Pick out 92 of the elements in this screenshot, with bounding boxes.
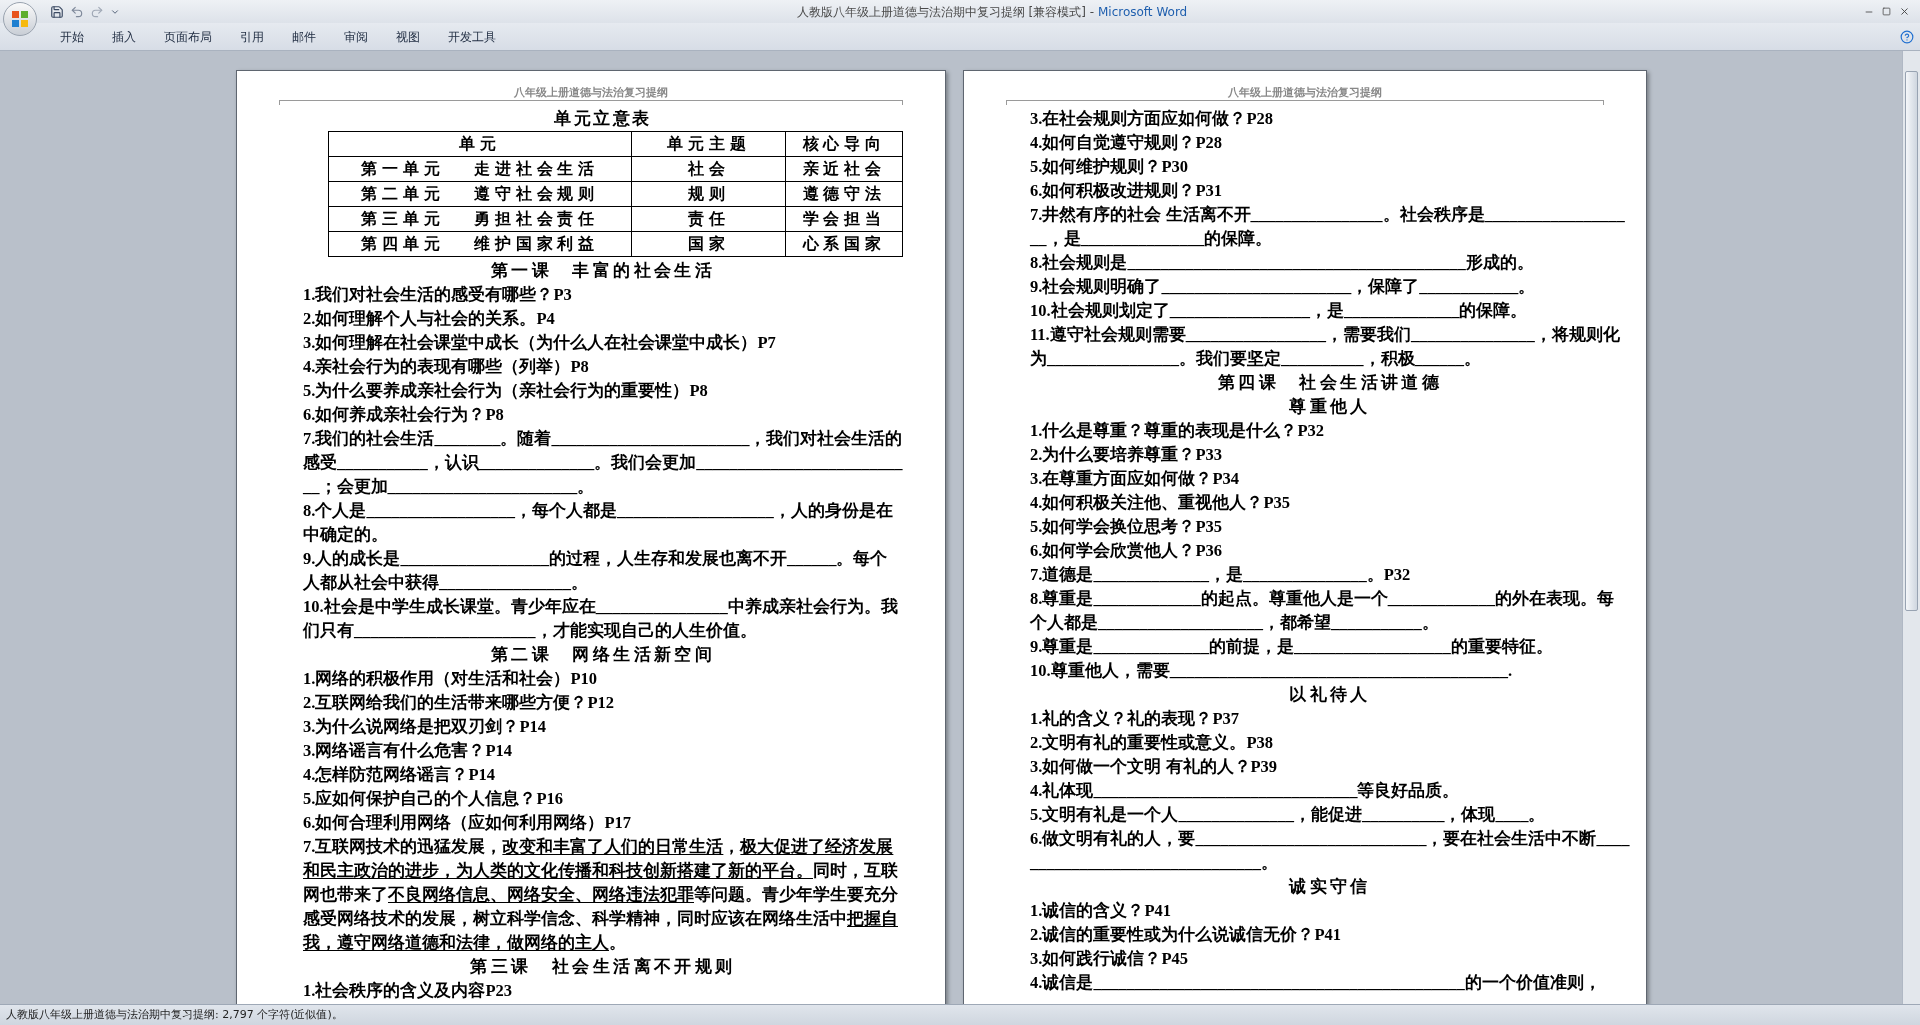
outline-item: 9.尊重是______________的前提，是___________________的重要特征。 [1030, 636, 1554, 658]
office-button[interactable] [3, 2, 37, 36]
section-heading: 第三课 社会生活离不开规则 [470, 956, 736, 978]
outline-item: 10.社会规则划定了_________________，是______________的保障。 [1030, 300, 1529, 322]
outline-item: 2.互联网给我们的生活带来哪些方便？P12 [303, 692, 615, 714]
table-title: 单元立意表 [554, 108, 652, 130]
outline-item: 5.文明有礼是一个人______________，能促进__________，体现____。 [1030, 804, 1547, 826]
outline-item: 8.社会规则是_________________________________________形成的。 [1030, 252, 1535, 274]
status-text: 人教版八年级上册道德与法治期中复习提纲: 2,797 个字符(近似值)。 [6, 1006, 343, 1023]
outline-item: 7.道德是______________，是_______________。P32 [1030, 564, 1412, 586]
section-heading: 以礼待人 [1289, 684, 1371, 706]
ribbon-tab[interactable]: 插入 [100, 26, 148, 47]
outline-item: 4.亲社会行为的表现有哪些（列举）P8 [303, 356, 590, 378]
outline-item: 5.为什么要养成亲社会行为（亲社会行为的重要性）P8 [303, 380, 709, 402]
ribbon-tab[interactable]: 引用 [228, 26, 276, 47]
outline-item: 1.什么是尊重？尊重的表现是什么？P32 [1030, 420, 1325, 442]
table-cell: 第二单元 遵守社会规则 [328, 181, 632, 207]
outline-item: 1.网络的积极作用（对生活和社会）P10 [303, 668, 598, 690]
outline-item: 3.如何践行诚信？P45 [1030, 948, 1189, 970]
outline-item: 4.礼体现________________________________等良好品质。 [1030, 780, 1461, 802]
outline-item: 6.如何养成亲社会行为？P8 [303, 404, 505, 426]
section-heading: 尊重他人 [1289, 396, 1371, 418]
outline-item: 4.怎样防范网络谣言？P14 [303, 764, 496, 786]
outline-item: 3.网络谣言有什么危害？P14 [303, 740, 513, 762]
outline-item: 1.诚信的含义？P41 [1030, 900, 1172, 922]
save-icon[interactable] [50, 4, 64, 19]
ribbon-tab[interactable]: 页面布局 [152, 26, 224, 47]
ribbon-tab[interactable]: 审阅 [332, 26, 380, 47]
outline-item: 6.做文明有礼的人，要____________________________，要在社会生活中不断________________________________。 [1030, 828, 1630, 874]
table-cell: 学会担当 [785, 206, 903, 232]
office-logo-icon [11, 10, 29, 28]
outline-item: 5.如何维护规则？P30 [1030, 156, 1189, 178]
outline-item: 6.如何学会欣赏他人？P36 [1030, 540, 1223, 562]
outline-item: 4.诚信是_____________________________________________的一个价值准则， [1030, 972, 1602, 994]
table-cell: 第四单元 维护国家利益 [328, 231, 632, 257]
scrollbar-thumb[interactable] [1905, 71, 1918, 611]
outline-item: 7.我们的社会生活________。随着________________________，我们对社会生活的感受___________，认识______________。我们会更加___________________________；会更加_______________________。 [303, 428, 903, 498]
table-cell: 心系国家 [785, 231, 903, 257]
outline-item: 4.如何自觉遵守规则？P28 [1030, 132, 1223, 154]
outline-item: 8.尊重是_____________的起点。尊重他人是一个_____________的外在表现。每个人都是____________________，都希望___________。 [1030, 588, 1615, 634]
outline-item: 4.如何积极关注他、重视他人？P35 [1030, 492, 1291, 514]
page-header-text: 八年级上册道德与法治复习提纲 [1228, 85, 1382, 100]
outline-item: 10.社会是中学生成长课堂。青少年应在________________中养成亲社会行为。我们只有______________________，才能实现自己的人生价值。 [303, 596, 899, 642]
ribbon-tab[interactable]: 视图 [384, 26, 432, 47]
window-title: 人教版八年级上册道德与法治期中复习提纲 [兼容模式] - Microsoft Word [796, 3, 1188, 21]
outline-item: 6.如何积极改进规则？P31 [1030, 180, 1223, 202]
section-heading: 诚实守信 [1289, 876, 1371, 898]
outline-item: 3.如何做一个文明 有礼的人？P39 [1030, 756, 1279, 778]
page-header-text: 八年级上册道德与法治复习提纲 [514, 85, 668, 100]
ribbon-tab[interactable]: 开始 [48, 26, 96, 47]
section-heading: 第二课 网络生活新空间 [490, 644, 716, 666]
table-cell: 责任 [631, 206, 786, 232]
table-cell: 国家 [631, 231, 786, 257]
undo-icon[interactable] [70, 4, 84, 19]
outline-item: 8.个人是__________________，每个人都是___________________，人的身份是在中确定的。 [303, 500, 894, 546]
table-cell: 亲近社会 [785, 156, 903, 182]
table-header-cell: 单元 [328, 131, 632, 157]
outline-item: 9.社会规则明确了_______________________，保障了____________。 [1030, 276, 1537, 298]
outline-item: 11.遵守社会规则需要_________________，需要我们_______________，将规则化为________________。我们要坚定__________，积极______。 [1030, 324, 1621, 370]
outline-item: 1.社会秩序的含义及内容P23 [303, 980, 513, 1002]
outline-item: 3.为什么说网络是把双刃剑？P14 [303, 716, 547, 738]
outline-item: 7.井然有序的社会 生活离不开________________。社会秩序是___________________，是_______________的保障。 [1030, 204, 1626, 250]
outline-item: 3.如何理解在社会课堂中成长（为什么人在社会课堂中成长）P7 [303, 332, 777, 354]
vertical-scrollbar[interactable] [1902, 51, 1920, 1004]
table-header-cell: 核心导向 [785, 131, 903, 157]
outline-item: 10.尊重他人，需要_________________________________________. [1030, 660, 1513, 682]
table-cell: 社会 [631, 156, 786, 182]
outline-item: 5.应如何保护自己的个人信息？P16 [303, 788, 564, 810]
table-cell: 规则 [631, 181, 786, 207]
outline-item: 9.人的成长是__________________的过程，人生存和发展也离不开______。每个人都从社会中获得________________。 [303, 548, 889, 594]
ribbon-tab[interactable]: 邮件 [280, 26, 328, 47]
outline-item: 6.如何合理利用网络（应如何利用网络）P17 [303, 812, 632, 834]
help-icon[interactable] [1900, 29, 1914, 44]
outline-item: 3.在尊重方面应如何做？P34 [1030, 468, 1240, 490]
outline-item: 5.如何学会换位思考？P35 [1030, 516, 1223, 538]
outline-item: 1.我们对社会生活的感受有哪些？P3 [303, 284, 573, 306]
outline-item: 2.诚信的重要性或为什么说诚信无价？P41 [1030, 924, 1342, 946]
outline-item: 2.文明有礼的重要性或意义。P38 [1030, 732, 1274, 754]
restore-icon[interactable] [1882, 7, 1891, 16]
table-cell: 第一单元 走进社会生活 [328, 156, 632, 182]
table-header-cell: 单元主题 [631, 131, 786, 157]
outline-item: 2.如何理解个人与社会的关系。P4 [303, 308, 556, 330]
close-icon[interactable] [1899, 6, 1910, 17]
table-cell: 第三单元 勇担社会责任 [328, 206, 632, 232]
table-cell: 遵德守法 [785, 181, 903, 207]
ribbon-tab[interactable]: 开发工具 [436, 26, 508, 47]
outline-paragraph: 7.互联网技术的迅猛发展，改变和丰富了人们的日常生活，极大促进了经济发展和民主政治的进步，为人类的文化传播和科技创新搭建了新的平台。同时，互联网也带来了不良网络信息、网络安全、网络违法犯罪等问题。青少年学生要充分感受网络技术的发展，树立科学信念、科学精神，同时应该在网络生活中把握自我，遵守网络道德和法律，做网络的主人。 [303, 836, 899, 954]
outline-item: 3.在社会规则方面应如何做？P28 [1030, 108, 1274, 130]
section-heading: 第一课 丰富的社会生活 [490, 260, 716, 282]
outline-item: 2.为什么要培养尊重？P33 [1030, 444, 1223, 466]
outline-item: 1.礼的含义？礼的表现？P37 [1030, 708, 1240, 730]
section-heading: 第四课 社会生活讲道德 [1217, 372, 1443, 394]
